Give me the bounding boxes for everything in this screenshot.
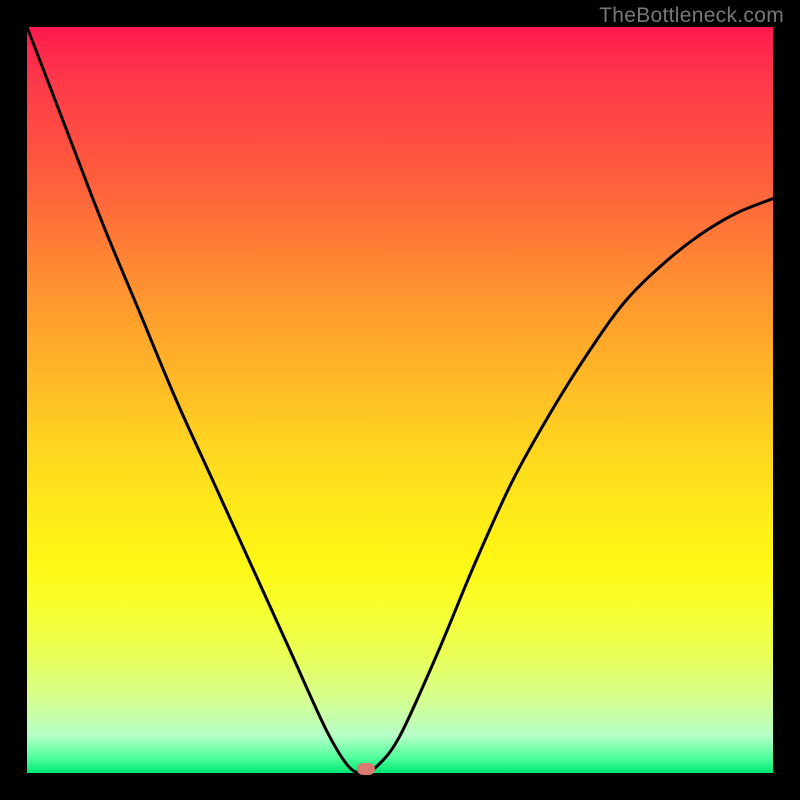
- outer-frame: TheBottleneck.com: [0, 0, 800, 800]
- plot-area: [27, 27, 773, 773]
- optimal-point-marker: [357, 763, 375, 775]
- watermark-text: TheBottleneck.com: [599, 4, 784, 28]
- bottleneck-curve: [27, 27, 773, 773]
